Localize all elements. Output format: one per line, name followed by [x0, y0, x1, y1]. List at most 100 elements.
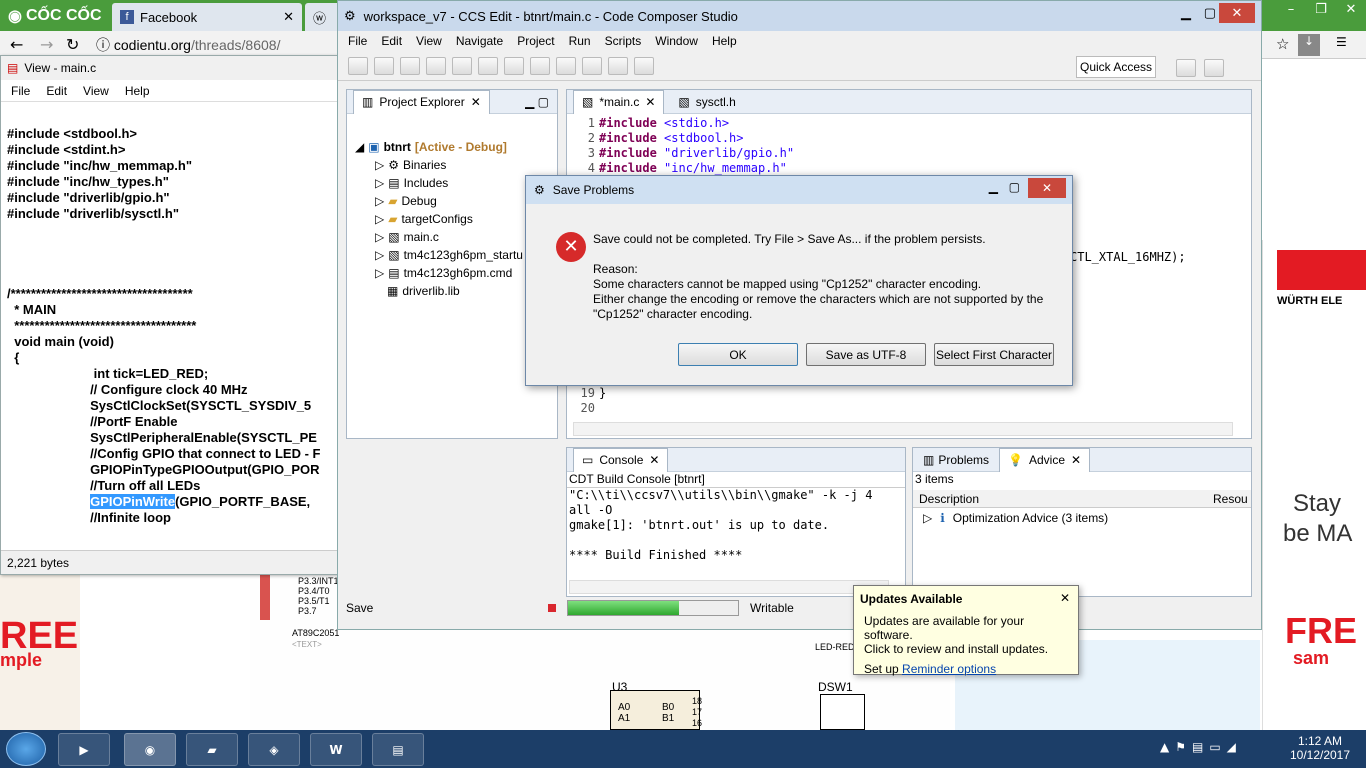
table-row[interactable]: ▷ ℹ Optimization Advice (3 items) [913, 508, 1251, 528]
menu-window[interactable]: Window [655, 34, 698, 48]
forward-icon[interactable]: → [40, 35, 53, 54]
url-field[interactable]: ⓘ codientu.org/threads/8608/ [96, 35, 280, 55]
media-player-icon[interactable]: ▶ [58, 733, 110, 766]
close-icon[interactable]: ✕ [1060, 591, 1070, 605]
maximize-icon[interactable]: ▢ [1204, 5, 1216, 21]
minimize-icon[interactable]: ▁ [1181, 5, 1191, 21]
menu-scripts[interactable]: Scripts [605, 34, 642, 48]
maximize-icon[interactable]: ❐ [1306, 0, 1336, 20]
menu-help[interactable]: Help [125, 84, 150, 98]
text-line: #include "driverlib/gpio.h" [7, 190, 170, 205]
tree-item-btnrt[interactable]: ◢ ▣ btnrt [Active - Debug] [355, 138, 557, 156]
binaries-icon: ⚙ [388, 158, 399, 172]
updates-popup[interactable]: Updates Available ✕ Updates are availabl… [853, 585, 1079, 676]
start-button[interactable] [6, 732, 46, 766]
word-icon[interactable]: W [310, 733, 362, 766]
tree-item-binaries[interactable]: ▷ ⚙ Binaries [355, 156, 557, 174]
save-all-icon[interactable] [400, 56, 420, 75]
progress-bar [567, 600, 739, 616]
flash-icon[interactable] [530, 56, 550, 75]
menu-navigate[interactable]: Navigate [456, 34, 503, 48]
console-line: all -O [569, 503, 613, 517]
console-hscroll[interactable] [569, 580, 889, 594]
menu-file[interactable]: File [348, 34, 367, 48]
close-icon[interactable]: ✕ [1219, 3, 1255, 23]
back-icon[interactable]: ← [10, 35, 23, 54]
menu-view[interactable]: View [416, 34, 442, 48]
build-icon[interactable] [452, 56, 472, 75]
close-icon[interactable]: ✕ [649, 453, 659, 467]
viewer-text[interactable]: #include <stdbool.h> #include <stdint.h> #… [7, 126, 337, 546]
tab-sysctl-h[interactable]: ▧ sysctl.h [670, 95, 743, 109]
pin-labels: P3.3/INT1 P3.4/T0 P3.5/T1 P3.7 [298, 576, 339, 616]
star-icon[interactable]: ☆ [1276, 35, 1289, 53]
viewer-titlebar: ▤ View - main.c [1, 56, 337, 80]
menu-edit[interactable]: Edit [46, 84, 67, 98]
menu-file[interactable]: File [11, 84, 30, 98]
menu-view[interactable]: View [83, 84, 109, 98]
link-icon[interactable] [478, 56, 498, 75]
menu-icon[interactable]: ☰ [1336, 35, 1347, 49]
tab-project-explorer[interactable]: ▥ Project Explorer ✕ [353, 89, 490, 114]
coccoc-taskbar-icon[interactable]: ◉ [124, 733, 176, 766]
console-line: **** Build Finished **** [569, 548, 743, 562]
code-lines[interactable]: 1 #include <stdio.h> 2 #include <stdbool.h>… [567, 114, 1251, 176]
menu-project[interactable]: Project [517, 34, 554, 48]
debug-icon[interactable] [504, 56, 524, 75]
selected-word[interactable]: GPIOPinWrite [90, 494, 176, 509]
close-icon[interactable]: ✕ [1071, 453, 1081, 467]
terminal-icon[interactable] [426, 56, 446, 75]
tab-facebook[interactable]: f Facebook ✕ [112, 3, 302, 31]
clock[interactable]: 1:12 AM 10/12/2017 [1288, 734, 1352, 762]
download-icon[interactable]: ↓ [1298, 34, 1320, 56]
cube-icon[interactable]: ◈ [248, 733, 300, 766]
close-icon[interactable]: ✕ [471, 95, 481, 109]
page-icon[interactable] [582, 56, 602, 75]
wordpress-icon: ⓦ [313, 10, 327, 26]
new-icon[interactable] [348, 56, 368, 75]
open-perspective-icon[interactable] [1176, 59, 1196, 77]
text-line: // Configure clock 40 MHz [7, 382, 248, 397]
ad-right[interactable]: WÜRTH ELE Stay be MA FRE sam [1262, 240, 1366, 730]
text-line: SysCtlPeripheralEnable(SYSCTL_PE [7, 430, 317, 445]
close-icon[interactable]: ✕ [1028, 178, 1066, 198]
text-line: #include <stdbool.h> [7, 126, 138, 141]
save-as-utf8-button[interactable]: Save as UTF-8 [806, 343, 926, 366]
tab-main-c[interactable]: ▧ *main.c ✕ [573, 89, 665, 114]
tab-console[interactable]: ▭ Console ✕ [573, 447, 669, 472]
menu-help[interactable]: Help [712, 34, 737, 48]
tray-icons[interactable]: ▲⚑▤▭◢ [1160, 740, 1242, 754]
text-line: { [7, 350, 20, 365]
quick-access[interactable]: Quick Access [1076, 56, 1156, 78]
minimize-icon[interactable]: ▁ [989, 180, 998, 194]
minimize-icon[interactable]: ▁ ▢ [525, 95, 549, 109]
close-icon[interactable]: ✕ [645, 95, 655, 109]
select-first-character-button[interactable]: Select First Character [934, 343, 1054, 366]
menu-edit[interactable]: Edit [381, 34, 402, 48]
reminder-options-link[interactable]: Reminder options [902, 662, 996, 676]
ok-button[interactable]: OK [678, 343, 798, 366]
winrar-icon[interactable]: ▤ [372, 733, 424, 766]
forward-icon[interactable] [634, 56, 654, 75]
minimize-icon[interactable]: – [1276, 0, 1306, 20]
text-line: * MAIN [7, 302, 57, 317]
explorer-icon[interactable]: ▰ [186, 733, 238, 766]
save-icon[interactable] [374, 56, 394, 75]
tab-advice[interactable]: 💡 Advice ✕ [999, 447, 1091, 472]
menu-run[interactable]: Run [569, 34, 591, 48]
ccs-edit-perspective-icon[interactable] [1204, 59, 1224, 77]
tab-problems[interactable]: ▥ Problems [919, 453, 993, 467]
dialog-titlebar: ⚙ Save Problems ▁ ▢ ✕ [526, 176, 1072, 204]
close-icon[interactable]: ✕ [1336, 0, 1366, 20]
coccoc-logo[interactable]: ◉ CỐC CỐC [0, 0, 110, 31]
ad-left[interactable]: REE mple [0, 575, 80, 730]
copy-icon[interactable] [556, 56, 576, 75]
maximize-icon[interactable]: ▢ [1009, 180, 1020, 194]
stop-icon[interactable] [548, 604, 556, 612]
console-output[interactable]: "C:\\ti\\ccsv7\\utils\\bin\\gmake" -k -j… [567, 488, 905, 563]
editor-hscroll[interactable] [573, 422, 1233, 436]
back-icon[interactable] [608, 56, 628, 75]
viewer-window: ▤ View - main.c File Edit View Help #incl… [0, 55, 338, 575]
reload-icon[interactable]: ↻ [66, 35, 79, 54]
close-icon[interactable]: ✕ [283, 9, 294, 25]
